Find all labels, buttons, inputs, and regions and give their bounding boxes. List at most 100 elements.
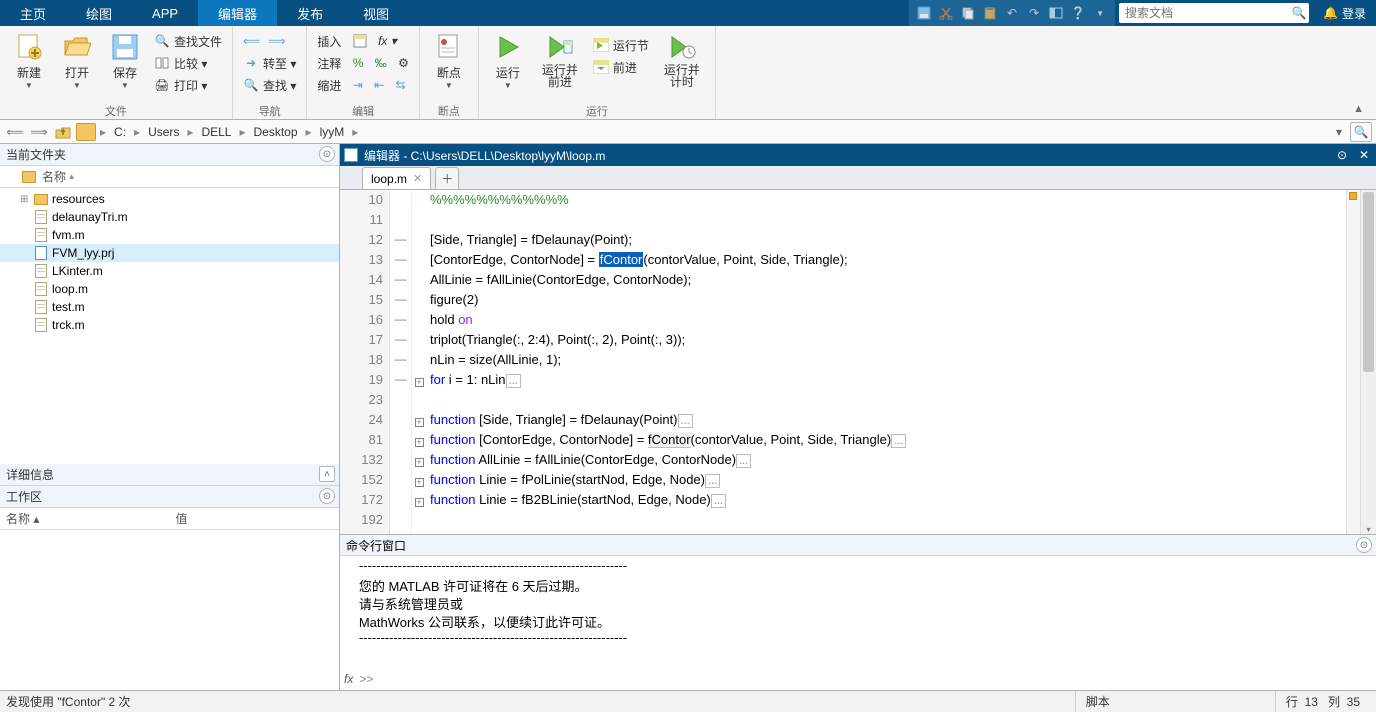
search-input[interactable] bbox=[1119, 4, 1289, 22]
path-search-icon[interactable]: 🔍 bbox=[1350, 122, 1372, 142]
file-item[interactable]: fvm.m bbox=[0, 226, 339, 244]
file-item[interactable]: trck.m bbox=[0, 316, 339, 334]
indent-swap-icon[interactable]: ⇆ bbox=[396, 78, 406, 92]
tab-home[interactable]: 主页 bbox=[0, 0, 66, 26]
toggle-icon[interactable] bbox=[1045, 2, 1067, 24]
tab-view[interactable]: 视图 bbox=[343, 0, 409, 26]
workspace-header[interactable]: 工作区 ⊙ bbox=[0, 486, 339, 508]
crumb-desktop[interactable]: Desktop bbox=[250, 125, 302, 139]
tab-apps[interactable]: APP bbox=[132, 0, 198, 26]
file-tab-loop[interactable]: loop.m ✕ bbox=[362, 167, 431, 189]
percent-icon[interactable]: % bbox=[353, 56, 364, 70]
section-icon[interactable] bbox=[353, 34, 367, 48]
insert-button[interactable]: 插入 fx ▾ bbox=[313, 30, 412, 52]
file-list-header[interactable]: 名称 ▴ bbox=[0, 166, 339, 188]
indent-left-icon[interactable]: ⇤ bbox=[374, 78, 384, 92]
file-item[interactable]: LKinter.m bbox=[0, 262, 339, 280]
code-area[interactable]: 10111213141516171819232481132152172192 —… bbox=[340, 190, 1376, 534]
command-prompt[interactable]: fx >> bbox=[340, 668, 1376, 690]
command-window-header[interactable]: 命令行窗口 ⊙ bbox=[340, 534, 1376, 556]
workspace-columns[interactable]: 名称 ▴ 值 bbox=[0, 508, 339, 530]
find-files-button[interactable]: 🔍查找文件 bbox=[150, 30, 226, 52]
file-item[interactable]: ⊞resources bbox=[0, 190, 339, 208]
history-back-icon[interactable]: ⟸ bbox=[4, 122, 26, 142]
comment-button[interactable]: 注释 % ‰ ⚙ bbox=[313, 52, 412, 74]
file-item[interactable]: test.m bbox=[0, 298, 339, 316]
code-text[interactable]: %%%%%%%%%%%%[Side, Triangle] = fDelaunay… bbox=[426, 190, 1346, 534]
command-window[interactable]: ----------------------------------------… bbox=[340, 556, 1376, 668]
workspace-body[interactable] bbox=[0, 530, 339, 690]
paste-icon[interactable] bbox=[979, 2, 1001, 24]
tab-plots[interactable]: 绘图 bbox=[66, 0, 132, 26]
advance-button[interactable]: 前进 bbox=[589, 56, 653, 78]
panel-menu-icon-2[interactable]: ⊙ bbox=[319, 488, 335, 504]
cmd-menu-icon[interactable]: ⊙ bbox=[1356, 537, 1372, 553]
file-item[interactable]: loop.m bbox=[0, 280, 339, 298]
indent-right-icon[interactable]: ⇥ bbox=[353, 78, 363, 92]
gear-icon[interactable]: ⚙ bbox=[398, 56, 409, 70]
nav-fwd-icon[interactable]: ⟹ bbox=[268, 34, 285, 48]
fold-toggle-icon[interactable]: + bbox=[415, 458, 424, 467]
new-tab-button[interactable]: ＋ bbox=[435, 167, 459, 189]
scrollbar-thumb[interactable] bbox=[1363, 192, 1374, 372]
ribbon-collapse-icon[interactable]: ▲ bbox=[722, 103, 1370, 119]
help-icon[interactable]: ❔ bbox=[1067, 2, 1089, 24]
new-button[interactable]: 新建▼ bbox=[6, 28, 52, 90]
crumb-users[interactable]: Users bbox=[144, 125, 183, 139]
search-docs[interactable]: 🔍 bbox=[1119, 3, 1309, 23]
fold-toggle-icon[interactable]: + bbox=[415, 378, 424, 387]
find-button[interactable]: 🔍查找 ▾ bbox=[239, 74, 300, 96]
run-section-button[interactable]: 运行节 bbox=[589, 34, 653, 56]
redo-icon[interactable]: ↷ bbox=[1023, 2, 1045, 24]
compare-button[interactable]: 比较 ▾ bbox=[150, 52, 226, 74]
ws-col-name[interactable]: 名称 ▴ bbox=[0, 508, 170, 529]
qat-dropdown-icon[interactable]: ▼ bbox=[1089, 2, 1111, 24]
indent-button[interactable]: 缩进 ⇥ ⇤ ⇆ bbox=[313, 74, 412, 96]
history-fwd-icon[interactable]: ⟹ bbox=[28, 122, 50, 142]
open-button[interactable]: 打开▼ bbox=[54, 28, 100, 90]
login-button[interactable]: 🔔 登录 bbox=[1313, 0, 1376, 26]
fold-toggle-icon[interactable]: + bbox=[415, 478, 424, 487]
folder-icon[interactable] bbox=[76, 123, 96, 141]
fold-toggle-icon[interactable]: + bbox=[415, 498, 424, 507]
print-button[interactable]: 🖨打印 ▾ bbox=[150, 74, 226, 96]
ws-col-value[interactable]: 值 bbox=[170, 508, 340, 529]
fx-icon[interactable]: fx ▾ bbox=[378, 34, 397, 48]
editor-menu-icon[interactable]: ⊙ bbox=[1334, 147, 1350, 163]
bell-icon[interactable]: 🔔 bbox=[1323, 6, 1338, 20]
crumb-c[interactable]: C: bbox=[110, 125, 130, 139]
fold-gutter[interactable]: + + + + + + bbox=[412, 190, 426, 534]
panel-menu-icon[interactable]: ⊙ bbox=[319, 146, 335, 162]
run-time-button[interactable]: 运行并 计时 bbox=[655, 28, 709, 88]
breakpoints-button[interactable]: 断点▼ bbox=[426, 28, 472, 90]
tab-publish[interactable]: 发布 bbox=[277, 0, 343, 26]
save-button[interactable]: 保存▼ bbox=[102, 28, 148, 90]
tab-editor[interactable]: 编辑器 bbox=[198, 0, 277, 26]
crumb-lyym[interactable]: lyyM bbox=[316, 125, 349, 139]
details-header[interactable]: 详细信息 ˄ bbox=[0, 464, 339, 486]
nav-back-icon[interactable]: ⟸ bbox=[243, 34, 260, 48]
file-item[interactable]: delaunayTri.m bbox=[0, 208, 339, 226]
search-icon[interactable]: 🔍 bbox=[1289, 6, 1309, 20]
save-icon[interactable] bbox=[913, 2, 935, 24]
file-item[interactable]: FVM_lyy.prj bbox=[0, 244, 339, 262]
vertical-scrollbar[interactable] bbox=[1360, 190, 1376, 534]
details-collapse-icon[interactable]: ˄ bbox=[319, 466, 335, 482]
fold-toggle-icon[interactable]: + bbox=[415, 418, 424, 427]
editor-close-icon[interactable]: ✕ bbox=[1356, 147, 1372, 163]
run-advance-button[interactable]: 运行并 前进 bbox=[533, 28, 587, 88]
up-folder-icon[interactable] bbox=[52, 122, 74, 142]
fx-prompt-icon[interactable]: fx bbox=[344, 672, 353, 686]
editor-title-bar[interactable]: 编辑器 - C:\Users\DELL\Desktop\lyyM\loop.m … bbox=[340, 144, 1376, 166]
copy-icon[interactable] bbox=[957, 2, 979, 24]
permille-icon[interactable]: ‰ bbox=[375, 56, 387, 70]
tab-close-icon[interactable]: ✕ bbox=[413, 172, 422, 185]
line-gutter[interactable]: 10111213141516171819232481132152172192 bbox=[340, 190, 390, 534]
path-dropdown-icon[interactable]: ▾ bbox=[1330, 125, 1348, 139]
run-button[interactable]: 运行▼ bbox=[485, 28, 531, 90]
goto-button[interactable]: ➜转至 ▾ bbox=[239, 52, 300, 74]
fold-toggle-icon[interactable]: + bbox=[415, 438, 424, 447]
message-bar[interactable] bbox=[1346, 190, 1360, 534]
crumb-dell[interactable]: DELL bbox=[197, 125, 235, 139]
cut-icon[interactable] bbox=[935, 2, 957, 24]
